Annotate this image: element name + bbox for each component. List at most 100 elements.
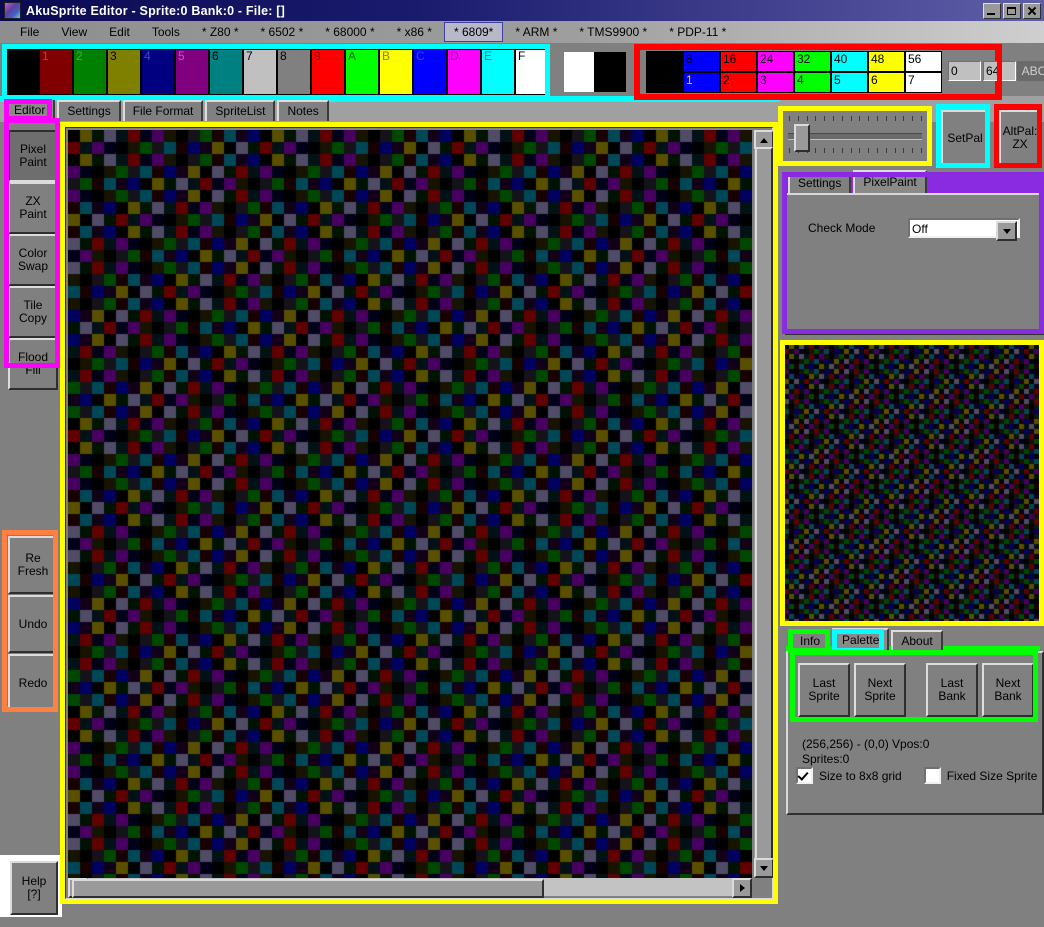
sprite-preview[interactable] <box>784 344 1040 622</box>
palette-grid-cell-bottom-3[interactable]: 3 <box>757 72 794 93</box>
tab-settings[interactable]: Settings <box>57 100 120 121</box>
tab-spritelist[interactable]: SpriteList <box>205 100 275 121</box>
tool-pixel-paint-button[interactable]: Pixel Paint <box>8 130 58 182</box>
menu-item-tms9900[interactable]: * TMS9900 * <box>569 22 657 42</box>
tool-zx-paint-button[interactable]: ZX Paint <box>8 182 58 234</box>
palette-swatch-5[interactable]: 5 <box>176 50 208 94</box>
tab-notes[interactable]: Notes <box>277 100 328 121</box>
main-palette[interactable]: 123456789ABCDEF <box>6 50 550 94</box>
scroll-right-button[interactable] <box>732 878 752 898</box>
check-mode-select[interactable]: Off <box>908 218 1020 238</box>
tab-editor[interactable]: Editor <box>4 98 55 121</box>
palette-grid-cell-top-1[interactable]: 8 <box>683 51 720 72</box>
menu-item-68000[interactable]: * 68000 * <box>315 22 384 42</box>
last-bank-button[interactable]: Last Bank <box>926 663 978 717</box>
palette-grid-cell-bottom-7[interactable]: 7 <box>905 72 942 93</box>
palette-grid-cell-top-3[interactable]: 24 <box>757 51 794 72</box>
palette-swatch-13[interactable]: D <box>448 50 480 94</box>
sprite-nav-buttons[interactable]: Last SpriteNext Sprite Last BankNext Bank <box>798 663 1038 717</box>
setpal-button[interactable]: SetPal <box>941 110 989 166</box>
palette-swatch-9[interactable]: 9 <box>312 50 344 94</box>
menu-item-arm[interactable]: * ARM * <box>505 22 567 42</box>
palette-swatch-11[interactable]: B <box>380 50 412 94</box>
menu-item-x86[interactable]: * x86 * <box>387 22 442 42</box>
last-sprite-button[interactable]: Last Sprite <box>798 663 850 717</box>
palette-swatch-4[interactable]: 4 <box>142 50 174 94</box>
bottomright-tab-about[interactable]: About <box>891 630 942 651</box>
menu-item-6502[interactable]: * 6502 * <box>251 22 314 42</box>
palette-index-right[interactable]: 64 <box>983 61 1016 81</box>
sprite-canvas[interactable] <box>68 130 752 878</box>
menu-item-view[interactable]: View <box>51 22 97 42</box>
palette-grid-cell-bottom-6[interactable]: 6 <box>868 72 905 93</box>
tab-file-format[interactable]: File Format <box>123 100 204 121</box>
scroll-down-button[interactable] <box>754 858 774 878</box>
canvas-vertical-scrollbar[interactable] <box>754 130 772 878</box>
menu-item-file[interactable]: File <box>10 22 49 42</box>
palette-grid-row-top[interactable]: 8162432404856 <box>646 51 942 72</box>
horizontal-scroll-thumb[interactable] <box>72 879 544 898</box>
palette-swatch-14[interactable]: E <box>482 50 514 94</box>
palette-grid-cell-bottom-2[interactable]: 2 <box>720 72 757 93</box>
palette-grid[interactable]: 8162432404856 1234567 0 64 ABC <box>640 50 995 94</box>
menu-item-pdp-11[interactable]: * PDP-11 * <box>659 22 736 42</box>
pixelpaint-tab-bar[interactable]: SettingsPixelPaint <box>788 174 929 193</box>
menu-item-6809[interactable]: * 6809* <box>444 22 503 42</box>
bottom-right-tab-bar[interactable]: InfoPaletteAbout <box>790 631 945 651</box>
palette-grid-cell-bottom-1[interactable]: 1 <box>683 72 720 93</box>
altpal-button[interactable]: AltPal: ZX <box>999 110 1041 166</box>
dual-color-swatch[interactable] <box>560 50 630 94</box>
palette-swatch-2[interactable]: 2 <box>74 50 106 94</box>
palette-grid-row-bottom[interactable]: 1234567 <box>646 72 942 93</box>
tool-color-swap-button[interactable]: Color Swap <box>8 234 58 286</box>
palette-grid-cell-top-2[interactable]: 16 <box>720 51 757 72</box>
next-bank-button[interactable]: Next Bank <box>982 663 1034 717</box>
main-tab-bar[interactable]: EditorSettingsFile FormatSpriteListNotes <box>4 101 331 121</box>
maximize-button[interactable] <box>1003 3 1021 19</box>
palette-grid-cell-top-4[interactable]: 32 <box>794 51 831 72</box>
tool-tile-copy-button[interactable]: Tile Copy <box>8 286 58 338</box>
palette-grid-cell-bottom-0[interactable] <box>646 72 683 93</box>
palette-grid-cell-top-0[interactable] <box>646 51 683 72</box>
palette-grid-cell-bottom-4[interactable]: 4 <box>794 72 831 93</box>
size-to-grid-checkbox[interactable] <box>796 767 813 784</box>
tool-redo-button[interactable]: Redo <box>8 654 58 712</box>
menu-item-edit[interactable]: Edit <box>99 22 140 42</box>
palette-swatch-6[interactable]: 6 <box>210 50 242 94</box>
help-button[interactable]: Help [?] <box>10 861 58 915</box>
palette-grid-cell-top-6[interactable]: 48 <box>868 51 905 72</box>
pixelpaint-tab-settings[interactable]: Settings <box>788 172 851 193</box>
sprite-canvas-pixels[interactable] <box>68 130 752 878</box>
palette-size-slider[interactable] <box>782 110 928 162</box>
fixed-size-checkbox[interactable] <box>924 767 941 784</box>
minimize-button[interactable] <box>983 3 1001 19</box>
palette-swatch-12[interactable]: C <box>414 50 446 94</box>
menu-item-tools[interactable]: Tools <box>142 22 190 42</box>
palette-swatch-15[interactable]: F <box>516 50 548 94</box>
vertical-scroll-thumb[interactable] <box>755 147 773 877</box>
menu-item-z80[interactable]: * Z80 * <box>192 22 249 42</box>
palette-index-left[interactable]: 0 <box>948 61 981 81</box>
chevron-down-icon[interactable] <box>996 221 1017 241</box>
palette-swatch-10[interactable]: A <box>346 50 378 94</box>
palette-number-controls[interactable]: 0 64 ABC <box>948 61 1044 81</box>
bottomright-tab-palette[interactable]: Palette <box>832 628 889 651</box>
pixelpaint-tab-pixelpaint[interactable]: PixelPaint <box>853 170 926 193</box>
palette-grid-cell-top-5[interactable]: 40 <box>831 51 868 72</box>
background-color-swatch[interactable] <box>594 52 626 92</box>
palette-grid-cell-bottom-5[interactable]: 5 <box>831 72 868 93</box>
close-button[interactable] <box>1023 3 1041 19</box>
bottomright-tab-info[interactable]: Info <box>790 630 830 651</box>
tool-flood-fill-button[interactable]: Flood Fill <box>8 338 58 390</box>
tool-refresh-button[interactable]: Re Fresh <box>8 536 58 594</box>
palette-swatch-8[interactable]: 8 <box>278 50 310 94</box>
abc-button[interactable]: ABC <box>1017 61 1044 81</box>
tool-undo-button[interactable]: Undo <box>8 595 58 653</box>
palette-swatch-0[interactable] <box>6 50 38 94</box>
slider-thumb[interactable] <box>794 124 810 152</box>
next-sprite-button[interactable]: Next Sprite <box>854 663 906 717</box>
palette-swatch-3[interactable]: 3 <box>108 50 140 94</box>
canvas-horizontal-scrollbar[interactable] <box>68 878 752 896</box>
palette-swatch-1[interactable]: 1 <box>40 50 72 94</box>
foreground-color-swatch[interactable] <box>564 52 594 92</box>
